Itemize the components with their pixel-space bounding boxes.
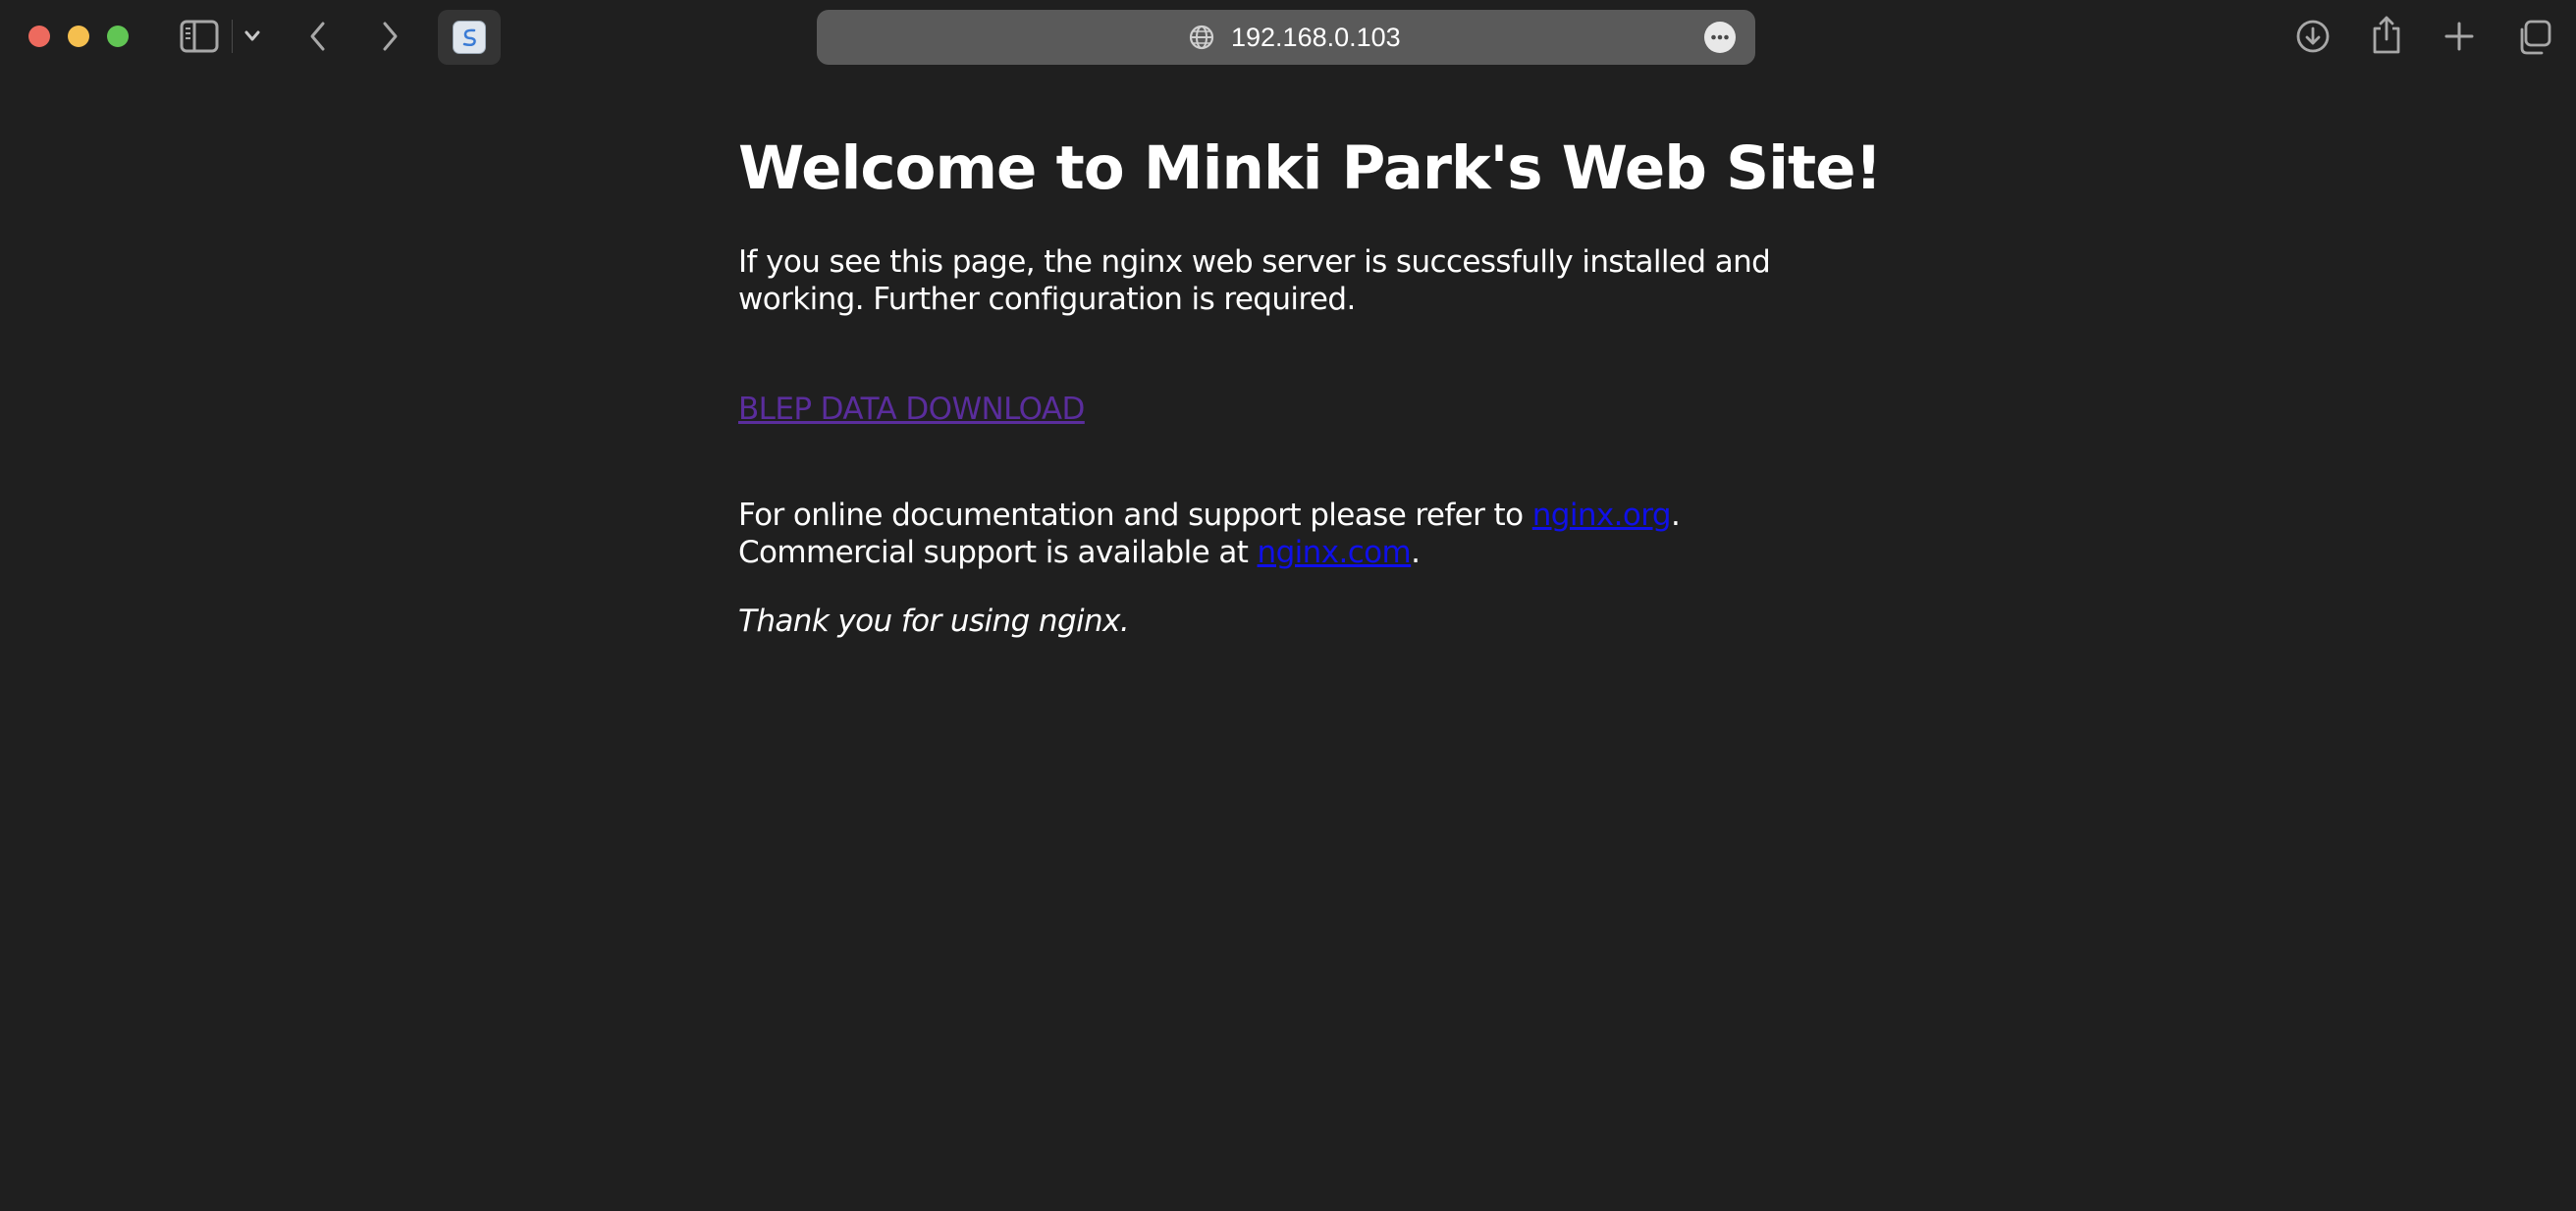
back-icon[interactable] [306,20,330,53]
plus-icon[interactable] [2442,20,2476,53]
download-paragraph: BLEP DATA DOWNLOAD [738,391,1085,428]
commercial-text: Commercial support is available at [738,535,1258,570]
close-window-button[interactable] [28,26,50,47]
minimize-window-button[interactable] [68,26,89,47]
documentation-paragraph: For online documentation and support ple… [738,497,1681,571]
documentation-line: For online documentation and support ple… [738,497,1681,534]
chevron-down-icon[interactable] [243,29,261,43]
tabs-icon[interactable] [2515,19,2552,56]
address-bar[interactable]: 192.168.0.103 [817,10,1755,65]
intro-paragraph: If you see this page, the nginx web serv… [738,243,1771,318]
globe-icon [1188,24,1215,51]
thanks-text: Thank you for using nginx. [738,604,1130,639]
tab-favicon-button[interactable] [438,10,501,65]
intro-line-2: working. Further configuration is requir… [738,282,1356,317]
nginx-com-link[interactable]: nginx.com [1258,535,1412,570]
documentation-text: For online documentation and support ple… [738,498,1532,533]
toolbar-divider [232,20,233,53]
more-icon[interactable] [1704,22,1736,53]
page-content: Welcome to Minki Park's Web Site! If you… [738,128,1882,639]
blep-data-download-link[interactable]: BLEP DATA DOWNLOAD [738,392,1085,427]
commercial-period: . [1411,535,1421,570]
share-icon[interactable] [2370,14,2403,55]
site-favicon [453,21,486,54]
browser-toolbar: 192.168.0.103 [0,0,2576,75]
maximize-window-button[interactable] [107,26,129,47]
intro-line-1: If you see this page, the nginx web serv… [738,244,1771,280]
url-text: 192.168.0.103 [1231,23,1401,52]
forward-icon[interactable] [378,20,402,53]
commercial-line: Commercial support is available at nginx… [738,534,1680,571]
sidebar-icon[interactable] [180,20,219,53]
download-icon[interactable] [2295,19,2331,54]
page-title: Welcome to Minki Park's Web Site! [738,133,1882,203]
nginx-org-link[interactable]: nginx.org [1532,498,1672,533]
documentation-period: . [1670,498,1681,533]
